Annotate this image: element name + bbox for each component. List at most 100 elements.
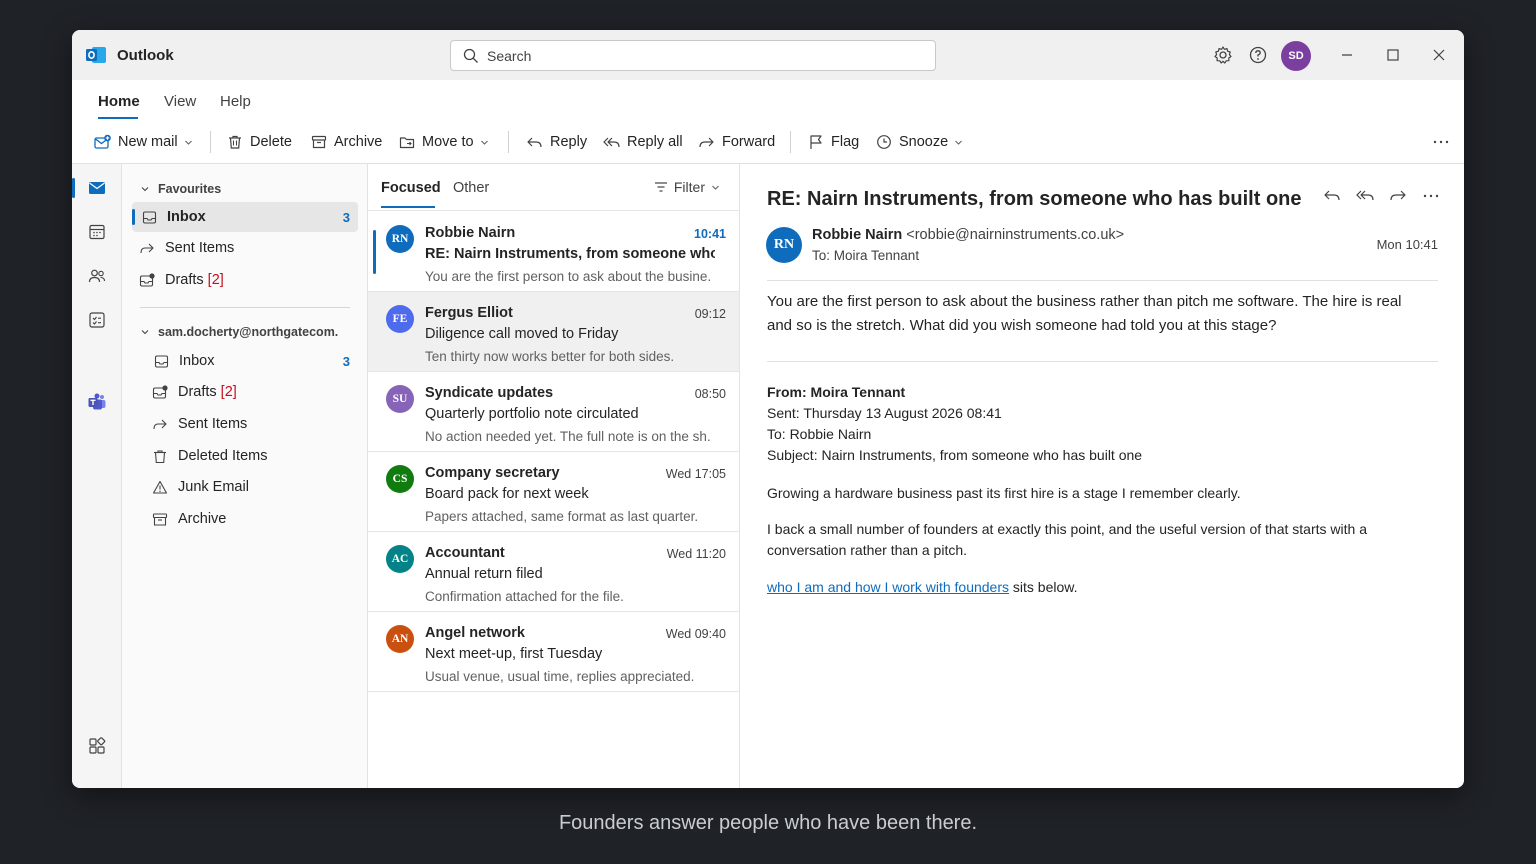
sender-name[interactable]: Robbie Nairn xyxy=(812,227,902,243)
message-preview: No action needed yet. The full note is o… xyxy=(425,429,711,444)
message-time: Wed 17:05 xyxy=(665,467,726,481)
unread-indicator xyxy=(373,230,376,274)
tab-view[interactable]: View xyxy=(164,93,196,110)
folder-label: Sent Items xyxy=(165,240,235,256)
folder-pane: Favourites Inbox 3 Sent Items Drafts [2]… xyxy=(122,164,368,788)
tab-focused[interactable]: Focused xyxy=(381,180,441,196)
message-time: Wed 09:40 xyxy=(665,627,726,641)
folder-item-fav-sent[interactable]: Sent Items xyxy=(132,233,358,263)
forward-button[interactable]: Forward xyxy=(698,131,775,153)
caption: Founders answer people who have been the… xyxy=(558,812,978,834)
new-mail-icon xyxy=(94,134,111,149)
sender-name: Angel network xyxy=(425,625,525,641)
message-item[interactable]: AC Accountant Wed 11:20 Annual return fi… xyxy=(368,532,739,612)
ribbon-toolbar: New mail Delete Archive Move to Reply Re… xyxy=(72,120,1464,164)
folder-item-fav-inbox[interactable]: Inbox 3 xyxy=(132,202,358,232)
snooze-button[interactable]: Snooze xyxy=(876,131,963,153)
message-item[interactable]: AN Angel network Wed 09:40 Next meet-up,… xyxy=(368,612,739,692)
message-item[interactable]: CS Company secretary Wed 17:05 Board pac… xyxy=(368,452,739,532)
new-mail-button[interactable]: New mail xyxy=(94,131,193,153)
search-input[interactable] xyxy=(487,46,927,66)
filter-button[interactable]: Filter xyxy=(648,179,726,195)
folder-label: Sent Items xyxy=(178,416,248,432)
title-bar: Outlook SD xyxy=(72,30,1464,80)
reply-button[interactable]: Reply xyxy=(526,131,587,153)
people-icon[interactable] xyxy=(87,266,107,286)
sender-name: Syndicate updates xyxy=(425,385,554,401)
flag-icon xyxy=(810,135,822,149)
move-to-icon xyxy=(399,137,415,149)
settings-gear-icon[interactable] xyxy=(1213,45,1233,65)
founders-link[interactable]: who I am and how I work with founders xyxy=(767,579,1009,595)
apps-icon[interactable] xyxy=(87,736,107,756)
unread-count: 3 xyxy=(342,353,350,369)
folder-item-fav-drafts[interactable]: Drafts [2] xyxy=(132,265,358,295)
reply-icon[interactable] xyxy=(1322,186,1342,206)
message-preview: You are the first person to ask about th… xyxy=(425,269,712,284)
search-icon xyxy=(463,48,478,63)
message-preview: Papers attached, same format as last qua… xyxy=(425,509,699,524)
toolbar-divider xyxy=(508,131,509,153)
drafts-icon xyxy=(139,272,155,287)
delete-button[interactable]: Delete xyxy=(227,131,292,153)
reply-all-icon xyxy=(603,137,620,148)
reply-all-icon[interactable] xyxy=(1355,186,1375,206)
message-subject: Board pack for next week xyxy=(425,486,589,502)
help-icon[interactable] xyxy=(1248,45,1268,65)
more-options-icon[interactable] xyxy=(1432,133,1450,151)
folder-item-deleted[interactable]: Deleted Items xyxy=(132,441,358,471)
filter-icon xyxy=(654,182,667,192)
archive-button[interactable]: Archive xyxy=(311,131,382,153)
tab-other[interactable]: Other xyxy=(453,180,489,196)
chevron-down-icon xyxy=(480,140,488,145)
folder-item-archive[interactable]: Archive xyxy=(132,504,358,534)
teams-icon[interactable] xyxy=(87,392,107,412)
message-item[interactable]: FE Fergus Elliot 09:12 Diligence call mo… xyxy=(368,292,739,372)
favourites-label: Favourites xyxy=(158,182,222,196)
archive-icon xyxy=(311,135,327,149)
move-to-button[interactable]: Move to xyxy=(399,131,489,153)
message-item[interactable]: SU Syndicate updates 08:50 Quarterly por… xyxy=(368,372,739,452)
maximize-icon[interactable] xyxy=(1383,45,1403,65)
tab-home[interactable]: Home xyxy=(98,93,140,110)
folder-item-drafts[interactable]: Drafts [2] xyxy=(132,377,358,407)
message-subject: Diligence call moved to Friday xyxy=(425,326,619,342)
favourites-header[interactable]: Favourites xyxy=(140,182,221,196)
sender-avatar: FE xyxy=(386,305,414,333)
more-apps-icon[interactable] xyxy=(87,781,107,788)
calendar-icon[interactable] xyxy=(87,222,107,242)
sender-avatar: SU xyxy=(386,385,414,413)
folder-label: Archive xyxy=(178,511,227,527)
user-avatar[interactable]: SD xyxy=(1281,41,1311,71)
close-icon[interactable] xyxy=(1429,45,1449,65)
message-preview: Ten thirty now works better for both sid… xyxy=(425,349,675,364)
sender-line: Robbie Nairn <robbie@nairninstruments.co… xyxy=(812,227,1124,243)
message-list-tabs: Focused Other Filter xyxy=(368,164,740,211)
tasks-icon[interactable] xyxy=(87,310,107,330)
mail-icon[interactable] xyxy=(87,178,107,198)
delete-label: Delete xyxy=(250,134,292,150)
folder-item-junk[interactable]: Junk Email xyxy=(132,472,358,502)
message-item[interactable]: RN Robbie Nairn 10:41 RE: Nairn Instrume… xyxy=(368,212,739,292)
tab-help[interactable]: Help xyxy=(220,93,251,110)
folder-divider xyxy=(140,307,350,308)
flag-button[interactable]: Flag xyxy=(808,131,859,153)
minimize-icon[interactable] xyxy=(1337,45,1357,65)
ribbon-tabs: Home View Help xyxy=(72,80,1464,120)
folder-item-sent[interactable]: Sent Items xyxy=(132,409,358,439)
forward-icon[interactable] xyxy=(1388,186,1408,206)
reply-all-button[interactable]: Reply all xyxy=(603,131,683,153)
folder-item-inbox[interactable]: Inbox 3 xyxy=(132,346,358,376)
search-box[interactable] xyxy=(450,40,936,71)
quoted-from: From: Moira Tennant xyxy=(767,384,906,400)
unread-count: 3 xyxy=(342,209,350,225)
sender-avatar: RN xyxy=(766,227,802,263)
sender-avatar: AC xyxy=(386,545,414,573)
message-time: Wed 11:20 xyxy=(666,547,726,561)
more-actions-icon[interactable] xyxy=(1421,186,1441,206)
sender-email: <robbie@nairninstruments.co.uk> xyxy=(906,227,1125,243)
drafts-count: [2] xyxy=(220,384,237,400)
account-header[interactable]: sam.docherty@northgatecom. xyxy=(140,325,338,339)
message-time: 09:12 xyxy=(694,307,726,321)
email-subject: RE: Nairn Instruments, from someone who … xyxy=(767,188,1302,210)
